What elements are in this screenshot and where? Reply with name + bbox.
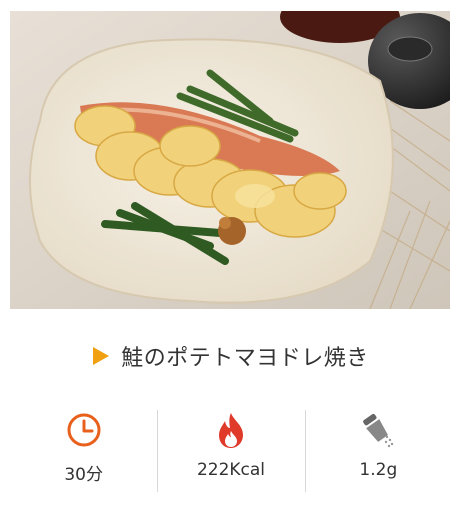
recipe-card[interactable]: 鮭のポテトマヨドレ焼き 30分 222Kcal 1.2g [0,0,462,514]
flame-icon [216,408,246,452]
recipe-title-row[interactable]: 鮭のポテトマヨドレ焼き [0,336,462,376]
salt-shaker-icon [359,408,397,452]
play-arrow-icon [93,347,110,365]
calories-stat: 222Kcal [157,408,304,492]
recipe-stats: 30分 222Kcal 1.2g [10,408,452,492]
cook-time-value: 30分 [64,465,103,485]
calories-value: 222Kcal [196,460,266,480]
cook-time-stat: 30分 [10,408,157,492]
salt-stat: 1.2g [304,408,452,492]
clock-icon [66,408,102,452]
recipe-title: 鮭のポテトマヨドレ焼き [121,346,369,371]
recipe-photo-image [10,11,450,309]
recipe-photo[interactable] [10,11,450,309]
salt-value: 1.2g [359,460,398,480]
